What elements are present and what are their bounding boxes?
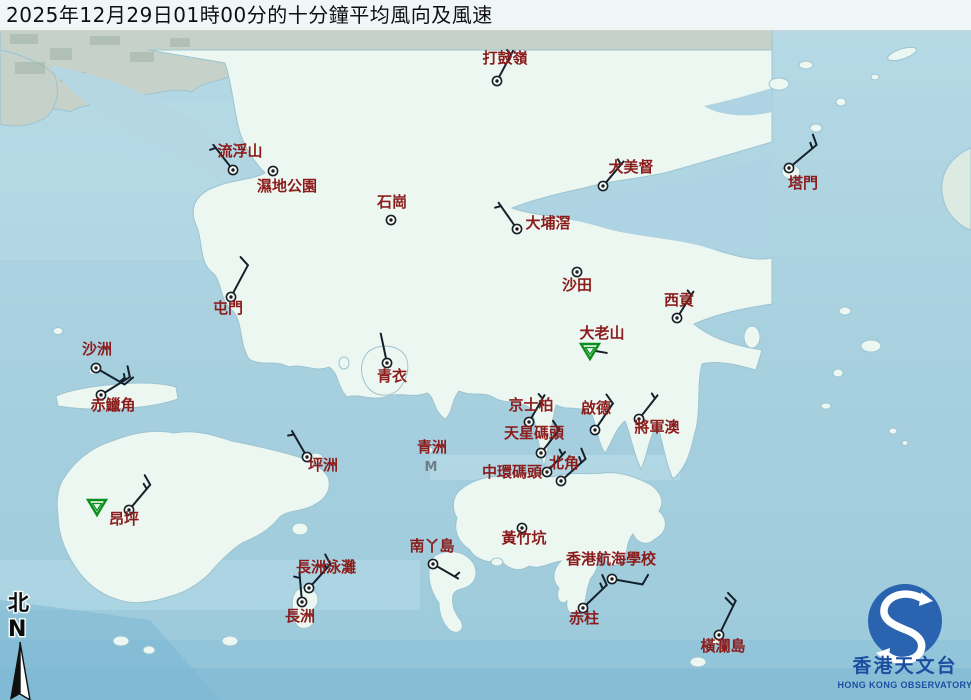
station-marker-dot [271,169,274,172]
station-label-tuen-mun: 屯門 [213,299,243,317]
title-bar: 2025年12月29日01時00分的十分鐘平均風向及風速 [0,0,971,31]
station-label-ta-kwu-ling: 打鼓嶺 [482,49,527,67]
station-marker-dot [559,479,562,482]
station-label-waglan-island: 橫瀾島 [700,637,745,655]
station-label-tap-mun: 塔門 [788,174,818,192]
station-marker-dot [539,451,542,454]
station-marker-dot [431,562,434,565]
missing-data-symbol: M [425,460,438,475]
station-marker-dot [575,270,578,273]
station-label-ngong-ping: 昂坪 [109,510,139,528]
station-label-chek-lap-kok: 赤鱲角 [90,396,135,414]
map-canvas: 打鼓嶺流浮山濕地公園石崗 大美督塔門大埔滘沙田屯門 西貢沙洲 大老山青衣赤鱲角 京士柏 啟… [0,0,971,700]
station-label-tseung-kwan-o: 將軍澳 [634,418,680,436]
station-marker-dot [515,227,518,230]
station-marker-dot [675,316,678,319]
station-label-tsing-yi: 青衣 [377,367,407,385]
station-label-shek-kong: 石崗 [376,193,407,211]
station-marker-dot [787,166,790,169]
station-label-sai-kung: 西貢 [664,291,694,309]
station-label-central-pier: 中環碼頭 [482,463,543,481]
compass-north-letter: N [8,617,26,642]
station-label-sha-tin: 沙田 [562,276,592,294]
hko-name-zh: 香港天文台 [851,654,957,677]
wind-observation-map: 打鼓嶺流浮山濕地公園石崗 大美督塔門大埔滘沙田屯門 西貢沙洲 大老山青衣赤鱲角 京士柏 啟… [0,0,971,700]
station-label-tai-mei-tuk: 大美督 [608,158,653,176]
map-title: 2025年12月29日01時00分的十分鐘平均風向及風速 [6,3,493,27]
station-marker-dot [94,366,97,369]
wind-barb-half-feather [288,434,294,435]
station-label-wong-chuk-hang: 黃竹坑 [501,529,546,547]
station-marker-dot [307,586,310,589]
station-label-north-point: 北角 [549,454,579,472]
station-label-kings-park: 京士柏 [508,396,553,414]
station-label-lau-fau-shan: 流浮山 [217,142,262,160]
station-label-tates-cairn: 大老山 [579,324,624,342]
station-label-kai-tak: 啟德 [581,399,611,417]
station-label-wetland-park: 濕地公園 [257,177,317,195]
station-label-green-island: 青洲 [417,438,447,456]
station-label-stanley: 赤柱 [569,609,599,627]
station-marker-dot [231,168,234,171]
station-label-cheung-chau: 長洲 [285,607,315,625]
station-marker-dot [601,184,604,187]
wind-barb-half-feather [124,374,125,380]
station-label-star-ferry: 天星碼頭 [504,424,565,442]
station-marker-dot [385,361,388,364]
hko-name-en: HONG KONG OBSERVATORY [838,680,971,690]
station-marker-dot [593,428,596,431]
station-label-hk-sea-school: 香港航海學校 [566,550,657,568]
station-label-lamma-island: 南丫島 [409,537,454,555]
station-marker-dot [495,79,498,82]
station-label-sha-chau: 沙洲 [82,340,112,358]
station-label-cheung-chau-beach: 長洲泳灘 [296,558,356,576]
compass-north-hanzi: 北 [8,591,29,615]
station-marker-dot [300,600,303,603]
station-label-tai-po-kau: 大埔滘 [525,214,570,232]
station-marker-dot [389,218,392,221]
station-marker-dot [610,577,613,580]
station-label-peng-chau: 坪洲 [308,456,338,474]
